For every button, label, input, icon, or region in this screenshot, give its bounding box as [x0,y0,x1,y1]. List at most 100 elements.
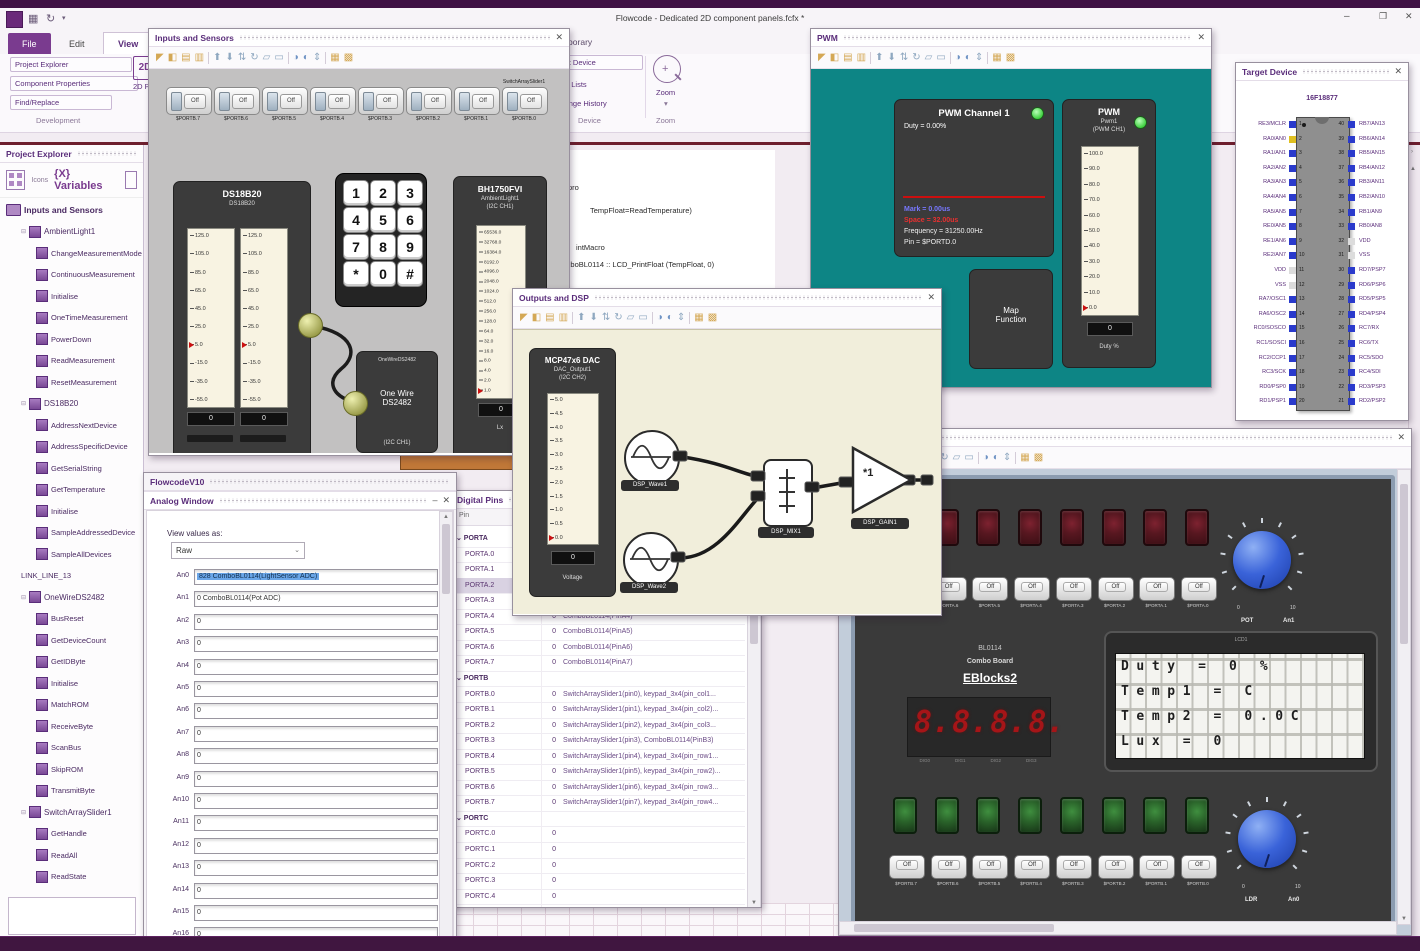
distribute-icon[interactable]: ▭ [638,312,647,323]
tree-item[interactable]: OneTimeMeasurement [36,308,143,328]
tree-item[interactable]: Inputs and Sensors [6,200,143,220]
digital-pin-row[interactable]: PORTC.4 0 [451,889,745,906]
analog-scrollbar[interactable]: ▲ [439,511,453,949]
tree-item[interactable]: ReadMeasurement [36,351,143,371]
analog-value-field[interactable]: 0 [194,613,438,630]
duplicate-icon[interactable]: ▥ [559,312,568,323]
lower-icon[interactable]: ⬇ [225,52,233,63]
digital-pin-row[interactable]: PORTC.5 0 [451,904,745,907]
porta-toggle[interactable]: Off [972,577,1009,601]
inputs-sensors-header[interactable]: Inputs and Sensors ✕ [149,29,569,47]
digital-pin-row[interactable]: ⌄ PORTB [451,671,745,688]
ldr-knob[interactable] [1225,797,1309,881]
tree-item[interactable]: ⊟ OneWireDS2482 [21,587,143,607]
digital-pin-row[interactable]: PORTC.1 0 [451,842,745,859]
fit-icon[interactable]: ⇕ [677,312,685,323]
portb-toggle[interactable]: Off [889,855,925,879]
dac-slider[interactable]: 5.0 4.5 4.0 3.5 3.0 2.5 2.0 1.5 1.0 0.5 0.0 [547,393,599,545]
duplicate-icon[interactable]: ▥ [195,52,204,63]
tree-item[interactable]: ⊟ SwitchArraySlider1 [21,802,143,822]
switch-handle[interactable] [315,92,326,111]
scroll-up-icon[interactable]: ▲ [1410,166,1416,172]
keypad-key[interactable]: 6 [397,207,423,233]
keypad-key[interactable]: 7 [343,234,369,260]
grid-icon[interactable]: ▦ [694,312,703,323]
ribbon-component-properties-button[interactable]: Component Properties [10,76,138,91]
zoom-in-icon[interactable]: ◑ [983,452,989,463]
portb-toggle[interactable]: Off [1097,855,1134,879]
portb-toggle[interactable]: Off [972,855,1009,879]
scroll-down-icon[interactable]: ▼ [1401,916,1407,922]
analog-value-field[interactable]: 0 [194,882,438,899]
switch-handle[interactable] [363,92,374,111]
tree-item[interactable]: Initialise [36,673,143,693]
analog-value-field[interactable]: 0 [194,815,438,832]
close-icon[interactable]: ✕ [442,496,450,505]
keypad-key[interactable]: 4 [343,207,369,233]
porta-toggle[interactable]: Off [1139,577,1176,601]
distribute-icon[interactable]: ▭ [274,52,283,63]
minimize-button[interactable]: – [1344,11,1350,22]
analog-value-field[interactable]: 0 [194,770,438,787]
portb-toggle[interactable]: Off [930,855,967,879]
scroll-up-icon[interactable]: ▲ [443,514,449,520]
pwm-channel-component[interactable]: PWM Channel 1 Duty = 0.00% Mark = 0.00us… [894,99,1054,257]
tree-item[interactable]: SkipROM [36,759,143,779]
distribute-icon[interactable]: ▭ [964,452,973,463]
port-switch[interactable]: Off [406,87,452,115]
tree-item[interactable]: SampleAllDevices [36,544,143,564]
keypad-component[interactable]: 1 2 3 4 5 6 7 8 9 * 0 # [335,173,427,307]
zoom-out-icon[interactable]: ◐ [303,52,309,63]
align-icon[interactable]: ▱ [263,52,271,63]
close-icon[interactable]: ✕ [1397,433,1405,442]
tab-view[interactable]: View [102,32,154,55]
minimize-icon[interactable]: – [432,496,437,505]
port-switch[interactable]: Off [262,87,308,115]
portb-toggle[interactable]: Off [1180,855,1217,879]
rotate-icon[interactable]: ↻ [250,52,258,63]
variables-tab[interactable]: {X} Variables [54,168,119,192]
icons-tab-icon[interactable] [6,170,26,190]
zoom-out-icon[interactable]: ◐ [965,52,971,63]
analog-value-field[interactable]: 0 [194,681,438,697]
rotate-icon[interactable]: ↻ [614,312,622,323]
analog-value-field[interactable]: 0 [194,703,438,720]
tree-expand-icon[interactable]: ⊟ [21,228,29,235]
analog-value-field[interactable]: 0 ComboBL0114(Pot ADC) [194,591,438,608]
pwm-duty-slider[interactable]: 100.0 90.0 80.0 70.0 60.0 50.0 40.0 30.0 20.0 10.… [1081,146,1139,316]
order-icon[interactable]: ⇅ [238,52,246,63]
fit-icon[interactable]: ⇕ [975,52,983,63]
tree-item[interactable]: GetDeviceCount [36,630,143,650]
close-icon[interactable]: ✕ [555,33,563,42]
tree-item[interactable]: Initialise [36,286,143,306]
target-device-header[interactable]: Target Device ✕ [1236,63,1408,81]
tab-edit[interactable]: Edit [55,33,99,55]
zoom-in-icon[interactable]: ◑ [657,312,663,323]
macros-tab-icon[interactable] [125,171,138,189]
analog-value-field[interactable]: 0 [194,725,438,742]
close-icon[interactable]: ✕ [1197,33,1205,42]
board-hscrollbar[interactable] [839,921,1397,935]
order-icon[interactable]: ⇅ [602,312,610,323]
keypad-key[interactable]: 2 [370,180,396,206]
analog-value-field[interactable]: 0 [194,748,438,765]
pwm-panel-header[interactable]: PWM ✕ [811,29,1211,47]
grid-icon[interactable]: ▦ [992,52,1001,63]
copy-icon[interactable]: ◧ [532,312,541,323]
keypad-key[interactable]: 5 [370,207,396,233]
port-switch[interactable]: Off [166,87,212,115]
digital-pin-row[interactable]: PORTC.0 0 [451,826,745,843]
paste-icon[interactable]: ▤ [843,52,852,63]
distribute-icon[interactable]: ▭ [936,52,945,63]
digital-pin-row[interactable]: PORTB.1 0 SwitchArraySlider1(pin1), keypad… [451,702,745,719]
tree-expand-icon[interactable]: ⊟ [21,400,29,407]
restore-button[interactable]: ❐ [1379,11,1387,22]
copy-icon[interactable]: ◧ [830,52,839,63]
connection-node-1[interactable] [298,313,323,338]
switch-handle[interactable] [267,92,278,111]
porta-toggle[interactable]: Off [1097,577,1134,601]
panel-expand-icon[interactable]: › [1411,149,1413,155]
snap-icon[interactable]: ▩ [1006,52,1015,63]
select-icon[interactable]: ◤ [520,312,528,323]
tree-item[interactable]: ReceiveByte [36,716,143,736]
